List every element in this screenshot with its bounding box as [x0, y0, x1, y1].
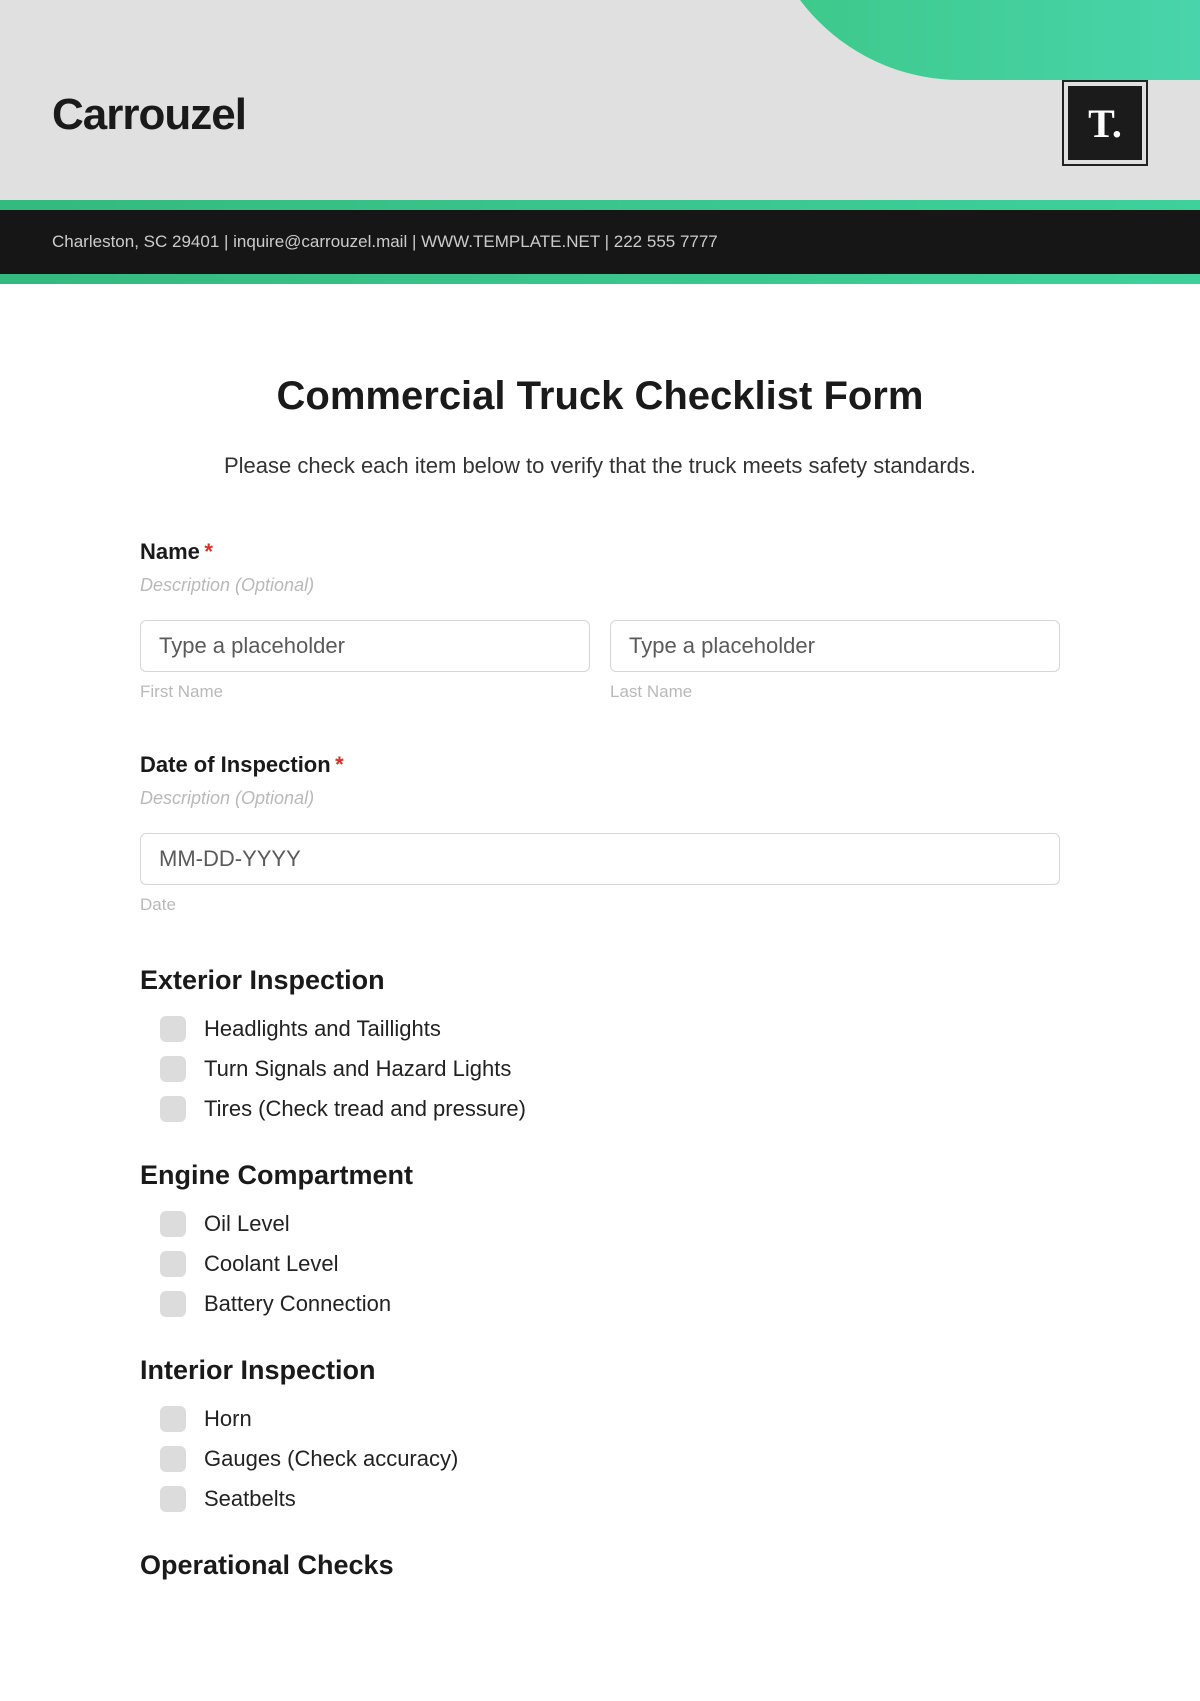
engine-section-title: Engine Compartment: [140, 1160, 1060, 1191]
date-input[interactable]: [140, 833, 1060, 885]
date-description: Description (Optional): [140, 788, 1060, 809]
exterior-item-0: Headlights and Taillights: [160, 1016, 1060, 1042]
name-field-block: Name * Description (Optional) First Name…: [140, 539, 1060, 702]
first-name-input[interactable]: [140, 620, 590, 672]
operational-section-title: Operational Checks: [140, 1550, 1060, 1581]
brand-logo-text: T.: [1068, 86, 1142, 160]
checkbox-label: Tires (Check tread and pressure): [204, 1096, 526, 1122]
checkbox-exterior-0[interactable]: [160, 1016, 186, 1042]
checkbox-label: Coolant Level: [204, 1251, 339, 1277]
exterior-item-2: Tires (Check tread and pressure): [160, 1096, 1060, 1122]
checkbox-interior-0[interactable]: [160, 1406, 186, 1432]
name-description: Description (Optional): [140, 575, 1060, 596]
form-description: Please check each item below to verify t…: [140, 453, 1060, 479]
checkbox-label: Battery Connection: [204, 1291, 391, 1317]
name-required-mark: *: [204, 539, 213, 564]
engine-item-0: Oil Level: [160, 1211, 1060, 1237]
date-label: Date of Inspection: [140, 752, 331, 777]
brand-logo: T.: [1062, 80, 1148, 166]
last-name-sublabel: Last Name: [610, 682, 1060, 702]
last-name-input[interactable]: [610, 620, 1060, 672]
interior-item-1: Gauges (Check accuracy): [160, 1446, 1060, 1472]
exterior-section-title: Exterior Inspection: [140, 965, 1060, 996]
checkbox-interior-2[interactable]: [160, 1486, 186, 1512]
checkbox-interior-1[interactable]: [160, 1446, 186, 1472]
divider-green-bottom: [0, 274, 1200, 284]
checkbox-label: Horn: [204, 1406, 252, 1432]
engine-item-2: Battery Connection: [160, 1291, 1060, 1317]
form-title: Commercial Truck Checklist Form: [140, 374, 1060, 419]
date-label-row: Date of Inspection *: [140, 752, 1060, 778]
engine-item-1: Coolant Level: [160, 1251, 1060, 1277]
form-page: Commercial Truck Checklist Form Please c…: [120, 284, 1080, 1641]
checkbox-engine-1[interactable]: [160, 1251, 186, 1277]
date-field-block: Date of Inspection * Description (Option…: [140, 752, 1060, 915]
checkbox-label: Oil Level: [204, 1211, 290, 1237]
divider-green-top: [0, 200, 1200, 210]
interior-item-0: Horn: [160, 1406, 1060, 1432]
header-banner: Carrouzel T.: [0, 0, 1200, 200]
checkbox-label: Turn Signals and Hazard Lights: [204, 1056, 511, 1082]
contact-bar: Charleston, SC 29401 | inquire@carrouzel…: [0, 210, 1200, 274]
date-sublabel: Date: [140, 895, 1060, 915]
checkbox-exterior-1[interactable]: [160, 1056, 186, 1082]
checkbox-label: Gauges (Check accuracy): [204, 1446, 458, 1472]
exterior-item-1: Turn Signals and Hazard Lights: [160, 1056, 1060, 1082]
first-name-sublabel: First Name: [140, 682, 590, 702]
brand-name: Carrouzel: [52, 90, 246, 140]
name-label: Name: [140, 539, 200, 564]
checkbox-label: Seatbelts: [204, 1486, 296, 1512]
accent-curve: [760, 0, 1200, 80]
date-required-mark: *: [335, 752, 344, 777]
name-label-row: Name *: [140, 539, 1060, 565]
checkbox-engine-0[interactable]: [160, 1211, 186, 1237]
checkbox-label: Headlights and Taillights: [204, 1016, 441, 1042]
interior-section-title: Interior Inspection: [140, 1355, 1060, 1386]
checkbox-exterior-2[interactable]: [160, 1096, 186, 1122]
checkbox-engine-2[interactable]: [160, 1291, 186, 1317]
interior-item-2: Seatbelts: [160, 1486, 1060, 1512]
